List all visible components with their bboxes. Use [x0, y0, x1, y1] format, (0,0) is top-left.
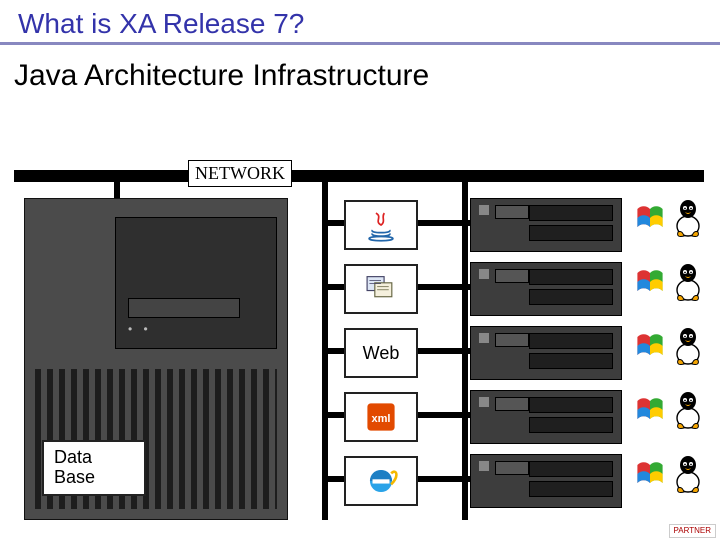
host-screens-icon — [364, 272, 398, 306]
partner-badge: PARTNER — [669, 524, 717, 538]
windows-icon — [632, 328, 668, 364]
protocol-host-screens — [344, 264, 418, 314]
linux-icon — [672, 390, 704, 430]
windows-icon — [632, 456, 668, 492]
mainframe-cpu-unit: • • — [115, 217, 277, 349]
network-label: NETWORK — [188, 160, 292, 187]
svg-text:xml: xml — [371, 413, 390, 425]
client-os-row — [632, 198, 712, 248]
protocol-xml: xml — [344, 392, 418, 442]
ie-icon — [364, 464, 398, 498]
title-underline — [0, 42, 720, 45]
client-os-row — [632, 390, 712, 440]
client-os-row — [632, 454, 712, 504]
app-server — [470, 326, 622, 380]
client-os-row — [632, 262, 712, 312]
mainframe-indicators: • • — [128, 322, 152, 336]
client-os-row — [632, 326, 712, 376]
mainframe-drive-bay — [128, 298, 240, 318]
page-subtitle: Java Architecture Infrastructure — [0, 55, 720, 103]
windows-icon — [632, 200, 668, 236]
windows-icon — [632, 392, 668, 428]
linux-icon — [672, 262, 704, 302]
protocol-java — [344, 200, 418, 250]
app-server — [470, 454, 622, 508]
protocol-browser — [344, 456, 418, 506]
app-server — [470, 198, 622, 252]
linux-icon — [672, 198, 704, 238]
app-server — [470, 262, 622, 316]
database-label-line2: Base — [54, 467, 95, 487]
linux-icon — [672, 454, 704, 494]
protocol-web-label: Web — [363, 343, 400, 364]
database-label: Data Base — [42, 440, 146, 496]
architecture-diagram: NETWORK • • Data Base — [14, 150, 714, 530]
database-label-line1: Data — [54, 447, 92, 467]
linux-icon — [672, 326, 704, 366]
java-icon — [364, 208, 398, 242]
app-server — [470, 390, 622, 444]
protocol-web: Web — [344, 328, 418, 378]
xml-icon: xml — [364, 400, 398, 434]
windows-icon — [632, 264, 668, 300]
drop-mainframe — [114, 180, 120, 200]
page-title: What is XA Release 7? — [0, 0, 720, 42]
